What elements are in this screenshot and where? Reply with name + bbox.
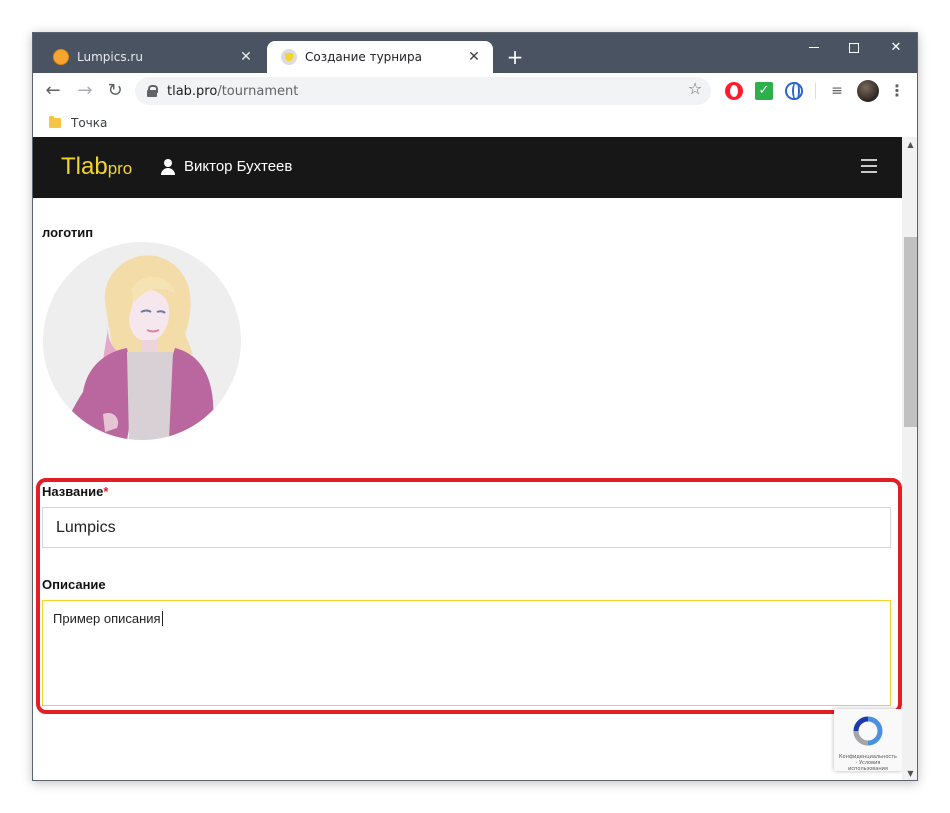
checkmark-extension-icon[interactable]: ✓ [755,82,773,100]
window-close-button[interactable]: ✕ [881,37,911,59]
hamburger-menu-icon[interactable] [861,159,879,175]
site-logo[interactable]: Tlabpro [61,153,132,181]
tab-create-tournament[interactable]: Создание турнира ✕ [267,41,493,73]
media-control-icon[interactable]: ≡ [827,81,847,101]
new-tab-button[interactable]: + [503,45,527,69]
recaptcha-privacy-text: Конфиденциальность - Условия использован… [838,754,897,772]
forward-arrow-icon[interactable]: → [73,79,97,103]
globe-extension-icon[interactable] [785,82,803,100]
brand-name: Tlab [61,153,108,180]
url-host: tlab.pro [167,83,218,99]
close-tab-icon[interactable]: ✕ [237,48,255,66]
minimize-button[interactable] [799,37,829,59]
url-path: /tournament [217,83,299,99]
name-label-text: Название [42,484,104,499]
user-icon [161,159,175,175]
lumpics-favicon-icon [53,49,69,65]
recaptcha-icon [853,716,883,746]
bookmark-star-icon[interactable]: ☆ [685,79,705,99]
trophy-favicon-icon [281,49,297,65]
logo-illustration [61,255,215,440]
maximize-button[interactable] [839,37,869,59]
user-name-link[interactable]: Виктор Бухтеев [184,158,292,175]
recaptcha-badge[interactable]: Конфиденциальность - Условия использован… [834,709,902,772]
close-tab-icon[interactable]: ✕ [465,48,483,66]
bookmark-item[interactable]: Точка [71,116,107,130]
page-viewport: Tlabpro Виктор Бухтеев логотип Название*… [33,137,902,780]
browser-toolbar: ← → ↻ tlab.pro/tournament ☆ ✓ ≡ ⋮ [33,73,917,109]
name-label: Название* [42,484,108,499]
bookmarks-bar: Точка [33,109,917,137]
name-input[interactable]: Lumpics [42,507,891,548]
description-text: Пример описания [53,611,161,626]
lock-icon [147,85,158,97]
logo-label: логотип [42,225,94,240]
folder-icon [49,116,61,128]
site-header: Tlabpro Виктор Бухтеев [33,137,902,198]
address-bar[interactable]: tlab.pro/tournament [135,77,711,105]
reload-icon[interactable]: ↻ [103,79,127,103]
browser-menu-icon[interactable]: ⋮ [889,79,905,103]
scroll-down-arrow-icon[interactable]: ▼ [902,766,917,780]
profile-avatar[interactable] [857,80,879,102]
scroll-thumb[interactable] [904,237,917,427]
tab-title: Lumpics.ru [77,50,143,64]
scroll-up-arrow-icon[interactable]: ▲ [902,137,917,153]
toolbar-divider [815,83,816,99]
required-mark: * [103,484,109,499]
browser-window: Lumpics.ru ✕ Создание турнира ✕ + ✕ ← → … [32,32,918,781]
brand-suffix: pro [107,159,133,178]
description-label: Описание [42,577,106,592]
tournament-logo-image[interactable] [43,242,241,440]
tab-title: Создание турнира [305,50,422,64]
tab-strip: Lumpics.ru ✕ Создание турнира ✕ + ✕ [33,33,917,73]
back-arrow-icon[interactable]: ← [41,79,65,103]
page-scrollbar[interactable]: ▲ ▼ [902,137,917,780]
opera-extension-icon[interactable] [725,82,743,100]
tab-lumpics[interactable]: Lumpics.ru ✕ [39,41,265,73]
description-textarea[interactable]: Пример описания [42,600,891,706]
text-caret [161,611,163,626]
